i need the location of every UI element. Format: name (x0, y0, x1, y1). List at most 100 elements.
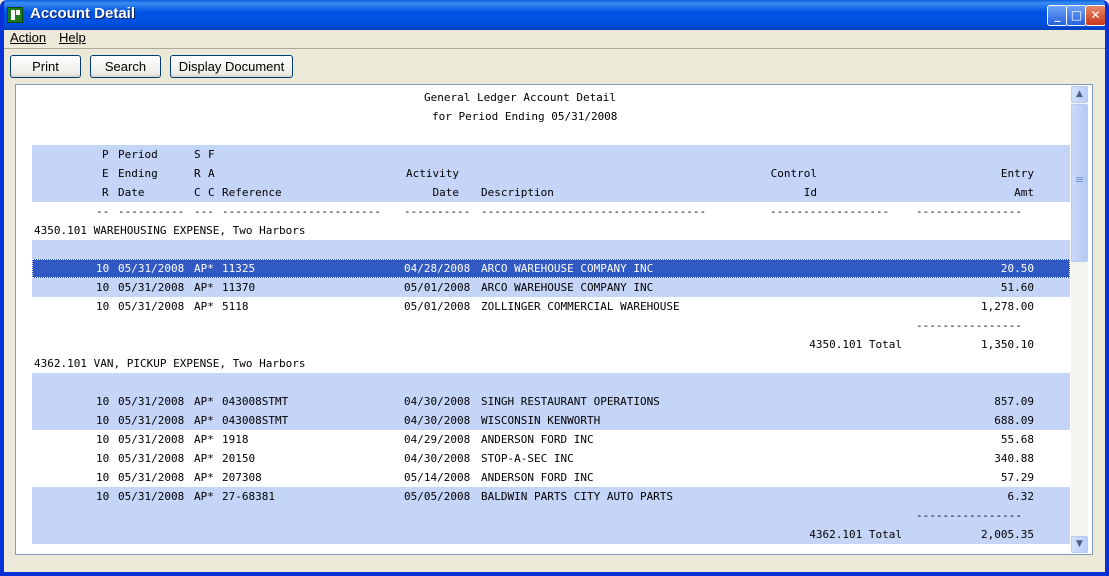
row-entry-amount: 51.60 (1000, 281, 1034, 294)
row-description: BALDWIN PARTS CITY AUTO PARTS (481, 490, 674, 503)
rule-period: ---------- (118, 205, 185, 218)
column-header-row[interactable]: P Period S F (32, 145, 1070, 164)
row-activity-date: 05/01/2008 (404, 281, 471, 294)
report-title-line[interactable]: General Ledger Account Detail (32, 88, 1070, 107)
row-source: AP* (194, 433, 214, 446)
account-heading-line[interactable]: 4362.101 VAN, PICKUP EXPENSE, Two Harbor… (32, 354, 1070, 373)
header-fa: F (208, 148, 215, 161)
transaction-row[interactable]: 10 05/31/2008 AP* 043008STMT 04/30/2008 SINGH… (32, 392, 1070, 411)
account-total-line[interactable]: 4350.101 Total 1,350.10 (32, 335, 1070, 354)
report-subtitle-line[interactable]: for Period Ending 05/31/2008 (32, 107, 1070, 126)
close-button[interactable]: ✕ (1085, 5, 1105, 26)
account-total-amount: 2,005.35 (981, 528, 1034, 541)
display-document-button[interactable]: Display Document (170, 55, 293, 78)
row-period-ending: 05/31/2008 (118, 395, 185, 408)
header-description: Description (481, 186, 554, 199)
row-description: ARCO WAREHOUSE COMPANY INC (481, 262, 654, 275)
row-period: 10 (96, 471, 110, 484)
row-period-ending: 05/31/2008 (118, 262, 185, 275)
menu-bar: Action Help (4, 30, 1105, 48)
header-sc: R (194, 167, 201, 180)
header-reference: Reference (222, 186, 282, 199)
row-period: 10 (96, 281, 110, 294)
account-heading-line[interactable]: 4350.101 WAREHOUSING EXPENSE, Two Harbor… (32, 221, 1070, 240)
row-period-ending: 05/31/2008 (118, 281, 185, 294)
row-source: AP* (194, 414, 214, 427)
row-source: AP* (194, 262, 214, 275)
header-period: Date (118, 186, 145, 199)
menu-action[interactable]: Action (10, 30, 46, 45)
report-title: General Ledger Account Detail (424, 91, 617, 104)
total-rule-line[interactable]: ---------------- (32, 316, 1070, 335)
account-total-line[interactable]: 4362.101 Total 2,005.35 (32, 525, 1070, 544)
transaction-row[interactable]: 10 05/31/2008 AP* 207308 05/14/2008 ANDERSON … (32, 468, 1070, 487)
header-pe: R (102, 186, 109, 199)
transaction-row[interactable]: 10 05/31/2008 AP* 27-68381 05/05/2008 BALDWIN… (32, 487, 1070, 506)
transaction-row[interactable]: 10 05/31/2008 AP* 1918 04/29/2008 ANDERSON FO… (32, 430, 1070, 449)
row-source: AP* (194, 281, 214, 294)
row-reference: 11325 (222, 262, 256, 275)
row-period-ending: 05/31/2008 (118, 490, 185, 503)
report-frame: General Ledger Account Detail for Period … (15, 84, 1093, 555)
vertical-scrollbar[interactable]: ▲ ▼ (1071, 86, 1088, 553)
row-period-ending: 05/31/2008 (118, 471, 185, 484)
title-bar[interactable]: Account Detail _ □ ✕ (4, 0, 1105, 30)
rule-activity: ---------- (404, 205, 471, 218)
app-icon (7, 7, 23, 23)
blank-line[interactable] (32, 373, 1070, 392)
transaction-row[interactable]: 10 05/31/2008 AP* 11325 04/28/2008 ARCO WAREH… (32, 259, 1070, 278)
menu-separator (4, 48, 1105, 49)
transaction-row[interactable]: 10 05/31/2008 AP* 043008STMT 04/30/2008 WISCO… (32, 411, 1070, 430)
row-period: 10 (96, 452, 110, 465)
blank-line[interactable] (32, 126, 1070, 145)
row-entry-amount: 857.09 (994, 395, 1034, 408)
row-activity-date: 05/05/2008 (404, 490, 471, 503)
row-period: 10 (96, 433, 110, 446)
scroll-up-arrow-icon[interactable]: ▲ (1071, 86, 1088, 103)
menu-help-label: Help (59, 30, 86, 45)
row-period-ending: 05/31/2008 (118, 452, 185, 465)
search-button[interactable]: Search (90, 55, 161, 78)
account-detail-window: Account Detail _ □ ✕ Action Help Print S… (0, 0, 1109, 576)
menu-action-label: Action (10, 30, 47, 45)
row-reference: 043008STMT (222, 395, 289, 408)
header-entry: Amt (1014, 186, 1034, 199)
transaction-row[interactable]: 10 05/31/2008 AP* 20150 04/30/2008 STOP-A-SEC… (32, 449, 1070, 468)
rule-description: ---------------------------------- (481, 205, 707, 218)
row-description: ANDERSON FORD INC (481, 433, 594, 446)
menu-help[interactable]: Help (59, 30, 86, 45)
header-rule-line[interactable]: -- ---------- --- ------------------------ -… (32, 202, 1070, 221)
print-button[interactable]: Print (10, 55, 81, 78)
blank-line[interactable] (32, 240, 1070, 259)
rule-reference: ------------------------ (222, 205, 381, 218)
row-reference: 1918 (222, 433, 249, 446)
header-fa: A (208, 167, 215, 180)
transaction-row[interactable]: 10 05/31/2008 AP* 5118 05/01/2008 ZOLLINGER C… (32, 297, 1070, 316)
account-total-amount: 1,350.10 (981, 338, 1034, 351)
column-header-row[interactable]: R Date C C Reference Date Description Id Amt (32, 183, 1070, 202)
header-control: Id (803, 186, 817, 199)
total-rule: ---------------- (916, 509, 1022, 522)
total-rule-line[interactable]: ---------------- (32, 506, 1070, 525)
row-entry-amount: 1,278.00 (981, 300, 1034, 313)
scroll-down-arrow-icon[interactable]: ▼ (1071, 536, 1088, 553)
header-pe: E (102, 167, 109, 180)
row-description: ZOLLINGER COMMERCIAL WAREHOUSE (481, 300, 680, 313)
header-sc: C (194, 186, 201, 199)
header-sc: S (194, 148, 201, 161)
header-entry: Entry (1000, 167, 1034, 180)
row-activity-date: 05/01/2008 (404, 300, 471, 313)
scroll-thumb[interactable] (1071, 104, 1088, 262)
minimize-button[interactable]: _ (1047, 5, 1068, 26)
maximize-button[interactable]: □ (1066, 5, 1087, 26)
row-entry-amount: 20.50 (1000, 262, 1034, 275)
column-header-row[interactable]: E Ending R A Activity Control Entry (32, 164, 1070, 183)
report-view[interactable]: General Ledger Account Detail for Period … (32, 86, 1070, 553)
transaction-row[interactable]: 10 05/31/2008 AP* 11370 05/01/2008 ARCO WAREH… (32, 278, 1070, 297)
row-reference: 5118 (222, 300, 249, 313)
window-title: Account Detail (30, 5, 136, 22)
header-activity: Date (432, 186, 460, 199)
row-entry-amount: 688.09 (994, 414, 1034, 427)
row-activity-date: 04/30/2008 (404, 452, 471, 465)
row-reference: 207308 (222, 471, 262, 484)
